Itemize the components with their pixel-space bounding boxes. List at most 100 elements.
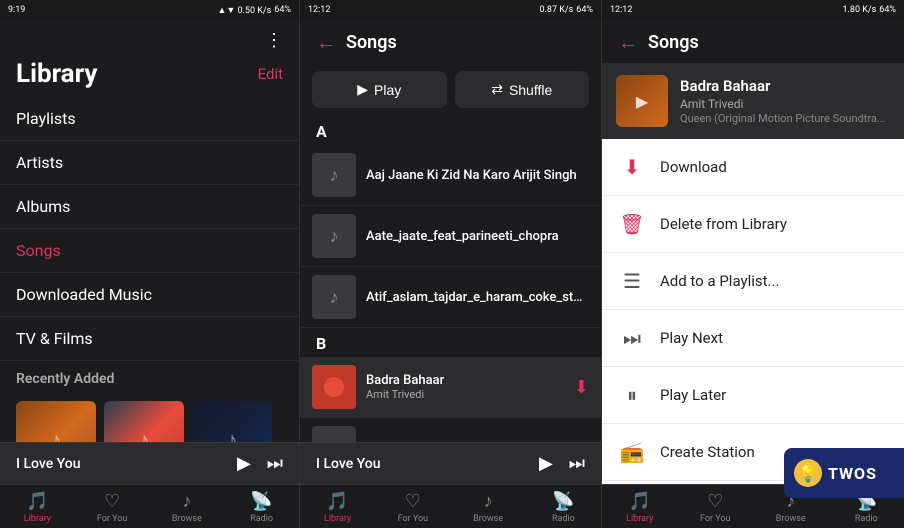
section-a-header: A (300, 116, 601, 145)
song-item-3[interactable]: ♪ Atif_aslam_tajdar_e_haram_coke_studio_… (300, 267, 601, 328)
song-thumb-2: ♪ (312, 214, 356, 258)
delete-label: Delete from Library (660, 215, 787, 233)
context-add-playlist[interactable]: ☰ Add to a Playlist... (602, 253, 904, 310)
twos-bulb-icon: 💡 (794, 459, 822, 487)
songs-panel: 12:12 0.87 K/s 64% ← Songs ▶ Play ⇄ Shuf… (300, 0, 602, 528)
time-3: 12:12 (610, 5, 632, 15)
edit-button[interactable]: Edit (258, 65, 283, 83)
status-right-3: 1.80 K/s 64% (842, 5, 896, 15)
play-next-context-icon: ⏭ (618, 324, 646, 352)
download-icon-badra[interactable]: ⬇ (574, 377, 589, 398)
back-button-2[interactable]: ← (316, 30, 336, 55)
bottom-nav-foryou-3[interactable]: ♡ For You (678, 491, 754, 524)
songs-title-3: Songs (648, 32, 699, 53)
song-item-2[interactable]: ♪ Aate_jaate_feat_parineeti_chopra (300, 206, 601, 267)
skip-button-1[interactable]: ⏭ (267, 453, 283, 474)
bottom-nav-library-1[interactable]: 🎵 Library (0, 491, 75, 524)
status-right-2: 0.87 K/s 64% (539, 5, 593, 15)
nav-artists[interactable]: Artists (0, 141, 299, 185)
player-controls-2: ▶ ⏭ (539, 453, 585, 474)
browse-nav-icon-1: ♪ (182, 491, 191, 512)
song-card-info: Badra Bahaar Amit Trivedi Queen (Origina… (680, 77, 890, 125)
bottom-nav-browse-1[interactable]: ♪ Browse (150, 491, 225, 524)
bottom-nav-library-3[interactable]: 🎵 Library (602, 491, 678, 524)
battery-2: 64% (576, 5, 593, 15)
radio-nav-icon-1: 📡 (250, 491, 272, 512)
nav-playlists[interactable]: Playlists (0, 97, 299, 141)
song-thumb-badra (312, 365, 356, 409)
mini-player-2: I Love You ▶ ⏭ (300, 442, 601, 484)
bottom-nav-foryou-2[interactable]: ♡ For You (375, 491, 450, 524)
back-button-3[interactable]: ← (618, 30, 638, 55)
time-1: 9:19 (8, 5, 25, 15)
shuffle-button-2[interactable]: ⇄ Shuffle (455, 71, 590, 108)
song-card-artist: Amit Trivedi (680, 97, 890, 111)
panel-header-3: ← Songs (602, 20, 904, 63)
album-thumb-3[interactable] (192, 401, 272, 442)
play-button-2[interactable]: ▶ Play (312, 71, 447, 108)
song-item-janmashtami[interactable]: ♪ Best Of Janmashtami Songs Govinda Aala… (300, 418, 601, 442)
speed-3: 1.80 K/s (842, 5, 876, 15)
library-panel: 9:19 ▲▼ 0.50 K/s 64% ⋮ Library Edit Play… (0, 0, 300, 528)
context-delete[interactable]: 🗑 Delete from Library (602, 196, 904, 253)
speed-1: ▲▼ 0.50 K/s (217, 5, 271, 16)
nav-songs[interactable]: Songs (0, 229, 299, 273)
status-left-3: 12:12 (610, 5, 632, 15)
bottom-nav-library-2[interactable]: 🎵 Library (300, 491, 375, 524)
top-bar-1: ⋮ (0, 20, 299, 59)
download-context-icon: ⬇ (618, 153, 646, 181)
nav-list: Playlists Artists Albums Songs Downloade… (0, 97, 299, 442)
play-later-label: Play Later (660, 386, 726, 404)
album-thumb-1[interactable] (16, 401, 96, 442)
song-name-3: Atif_aslam_tajdar_e_haram_coke_studio_se… (366, 290, 589, 305)
play-button-1[interactable]: ▶ (237, 453, 251, 474)
context-play-later[interactable]: ⏸ Play Later (602, 367, 904, 424)
song-thumb-1: ♪ (312, 153, 356, 197)
recently-added-row (0, 393, 299, 442)
song-name-badra: Badra Bahaar (366, 373, 564, 388)
radio-nav-label-2: Radio (552, 514, 575, 524)
more-options-icon[interactable]: ⋮ (265, 30, 283, 51)
foryou-nav-icon-3: ♡ (707, 491, 723, 512)
library-nav-label-2: Library (324, 514, 351, 524)
status-left-2: 12:12 (308, 5, 330, 15)
skip-button-mini-2[interactable]: ⏭ (569, 453, 585, 474)
shuffle-icon-2: ⇄ (491, 81, 503, 98)
browse-nav-label-3: Browse (776, 514, 806, 524)
twos-watermark: 💡 TWOS (784, 448, 904, 498)
nav-albums[interactable]: Albums (0, 185, 299, 229)
add-playlist-context-icon: ☰ (618, 267, 646, 295)
mini-player-title-2: I Love You (316, 456, 381, 472)
song-card-thumb (616, 75, 668, 127)
songs-title: Songs (346, 32, 397, 53)
library-nav-label-3: Library (626, 514, 653, 524)
bottom-nav-radio-1[interactable]: 📡 Radio (224, 491, 299, 524)
context-play-next[interactable]: ⏭ Play Next (602, 310, 904, 367)
nav-downloaded-music[interactable]: Downloaded Music (0, 273, 299, 317)
song-item-1[interactable]: ♪ Aaj Jaane Ki Zid Na Karo Arijit Singh (300, 145, 601, 206)
create-station-context-icon: 📻 (618, 438, 646, 466)
battery-1: 64% (274, 5, 291, 15)
bottom-nav-radio-2[interactable]: 📡 Radio (526, 491, 601, 524)
play-button-mini-2[interactable]: ▶ (539, 453, 553, 474)
library-title: Library (16, 59, 97, 89)
nav-tv-films[interactable]: TV & Films (0, 317, 299, 361)
bottom-nav-browse-2[interactable]: ♪ Browse (451, 491, 526, 524)
foryou-nav-icon-2: ♡ (405, 491, 421, 512)
action-buttons-2: ▶ Play ⇄ Shuffle (300, 63, 601, 116)
context-download[interactable]: ⬇ Download (602, 139, 904, 196)
album-thumb-2[interactable] (104, 401, 184, 442)
song-item-badra[interactable]: Badra Bahaar Amit Trivedi ⬇ (300, 357, 601, 418)
song-thumb-janmashtami: ♪ (312, 426, 356, 442)
library-nav-icon-1: 🎵 (26, 491, 48, 512)
recently-added-label: Recently Added (0, 361, 299, 393)
song-info-1: Aaj Jaane Ki Zid Na Karo Arijit Singh (366, 168, 589, 183)
library-nav-icon-2: 🎵 (326, 491, 348, 512)
status-right: ▲▼ 0.50 K/s 64% (217, 5, 291, 16)
bottom-nav-foryou-1[interactable]: ♡ For You (75, 491, 150, 524)
speed-2: 0.87 K/s (539, 5, 573, 15)
song-header-card: Badra Bahaar Amit Trivedi Queen (Origina… (602, 63, 904, 139)
foryou-nav-icon-1: ♡ (104, 491, 120, 512)
radio-nav-label-1: Radio (250, 514, 273, 524)
mini-player-1: I Love You ▶ ⏭ (0, 442, 299, 484)
